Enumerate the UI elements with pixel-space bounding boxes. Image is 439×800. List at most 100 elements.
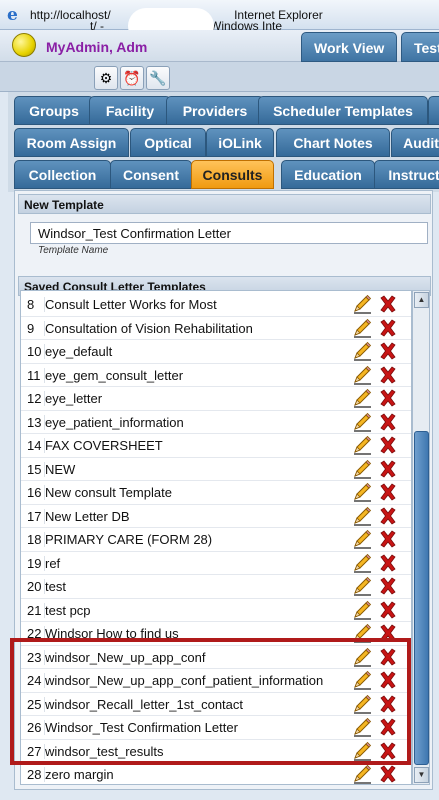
tab-providers[interactable]: Providers bbox=[166, 96, 264, 125]
pencil-icon[interactable] bbox=[351, 575, 375, 598]
tab-optical[interactable]: Optical bbox=[130, 128, 206, 157]
table-row[interactable]: 11 eye_gem_consult_letter bbox=[21, 364, 411, 387]
tab-education[interactable]: Education bbox=[281, 160, 375, 189]
table-row[interactable]: 21 test pcp bbox=[21, 599, 411, 622]
table-row[interactable]: 25 windsor_Recall_letter_1st_contact bbox=[21, 693, 411, 716]
delete-icon[interactable] bbox=[377, 528, 401, 551]
table-row[interactable]: 14 FAX COVERSHEET bbox=[21, 434, 411, 458]
table-row[interactable]: 23 windsor_New_up_app_conf bbox=[21, 646, 411, 669]
pencil-icon[interactable] bbox=[351, 387, 375, 410]
table-row[interactable]: 19 ref bbox=[21, 552, 411, 575]
tab-collection[interactable]: Collection bbox=[14, 160, 111, 189]
tab-test[interactable]: Test bbox=[401, 32, 439, 62]
tab-work-view[interactable]: Work View bbox=[301, 32, 397, 62]
row-template-name[interactable]: Windsor How to find us bbox=[44, 626, 340, 641]
pencil-icon[interactable] bbox=[351, 716, 375, 739]
pencil-icon[interactable] bbox=[351, 693, 375, 716]
delete-icon[interactable] bbox=[377, 575, 401, 598]
delete-icon[interactable] bbox=[377, 552, 401, 575]
row-template-name[interactable]: eye_letter bbox=[44, 391, 340, 406]
pencil-icon[interactable] bbox=[351, 646, 375, 669]
tab-overflow[interactable] bbox=[428, 96, 439, 125]
delete-icon[interactable] bbox=[377, 411, 401, 434]
table-row[interactable]: 15 NEW bbox=[21, 458, 411, 481]
list-scrollbar[interactable]: ▲ ▼ bbox=[412, 290, 430, 785]
delete-icon[interactable] bbox=[377, 387, 401, 410]
delete-icon[interactable] bbox=[377, 646, 401, 669]
tab-instruct[interactable]: Instruct bbox=[374, 160, 439, 189]
table-row[interactable]: 17 New Letter DB bbox=[21, 505, 411, 528]
pencil-icon[interactable] bbox=[351, 317, 375, 340]
delete-icon[interactable] bbox=[377, 317, 401, 340]
pencil-icon[interactable] bbox=[351, 481, 375, 504]
table-row[interactable]: 9 Consultation of Vision Rehabilitation bbox=[21, 317, 411, 340]
row-template-name[interactable]: NEW bbox=[44, 461, 340, 477]
delete-icon[interactable] bbox=[377, 599, 401, 622]
table-row[interactable]: 16 New consult Template bbox=[21, 481, 411, 505]
row-template-name[interactable]: ref bbox=[44, 555, 340, 571]
tab-facility[interactable]: Facility bbox=[89, 96, 171, 125]
row-template-name[interactable]: test bbox=[44, 579, 340, 594]
pencil-icon[interactable] bbox=[351, 364, 375, 387]
scheduler-icon[interactable]: ⚙ bbox=[94, 66, 118, 90]
row-template-name[interactable]: eye_default bbox=[44, 344, 340, 359]
delete-icon[interactable] bbox=[377, 364, 401, 387]
row-template-name[interactable]: Consult Letter Works for Most bbox=[44, 297, 340, 312]
tab-consults[interactable]: Consults bbox=[191, 160, 274, 189]
table-row[interactable]: 20 test bbox=[21, 575, 411, 599]
delete-icon[interactable] bbox=[377, 669, 401, 692]
pencil-icon[interactable] bbox=[351, 763, 375, 784]
delete-icon[interactable] bbox=[377, 740, 401, 763]
pencil-icon[interactable] bbox=[351, 669, 375, 692]
table-row[interactable]: 18 PRIMARY CARE (FORM 28) bbox=[21, 528, 411, 552]
template-name-input[interactable]: Windsor_Test Confirmation Letter bbox=[30, 222, 428, 244]
scroll-down-arrow[interactable]: ▼ bbox=[414, 767, 429, 783]
row-template-name[interactable]: New Letter DB bbox=[44, 508, 340, 524]
tab-groups[interactable]: Groups bbox=[14, 96, 94, 125]
row-template-name[interactable]: windsor_New_up_app_conf bbox=[44, 649, 340, 665]
pencil-icon[interactable] bbox=[351, 599, 375, 622]
pencil-icon[interactable] bbox=[351, 434, 375, 457]
pencil-icon[interactable] bbox=[351, 528, 375, 551]
row-template-name[interactable]: New consult Template bbox=[44, 485, 340, 500]
pencil-icon[interactable] bbox=[351, 293, 375, 316]
delete-icon[interactable] bbox=[377, 481, 401, 504]
pencil-icon[interactable] bbox=[351, 340, 375, 363]
pencil-icon[interactable] bbox=[351, 505, 375, 528]
table-row[interactable]: 13 eye_patient_information bbox=[21, 411, 411, 434]
tab-chart-notes[interactable]: Chart Notes bbox=[276, 128, 390, 157]
row-template-name[interactable]: eye_gem_consult_letter bbox=[44, 367, 340, 383]
row-template-name[interactable]: windsor_Recall_letter_1st_contact bbox=[44, 696, 340, 712]
row-template-name[interactable]: Consultation of Vision Rehabilitation bbox=[44, 320, 340, 336]
delete-icon[interactable] bbox=[377, 716, 401, 739]
row-template-name[interactable]: Windsor_Test Confirmation Letter bbox=[44, 720, 340, 735]
row-template-name[interactable]: zero margin bbox=[44, 767, 340, 782]
lightbulb-icon[interactable] bbox=[12, 33, 36, 57]
row-template-name[interactable]: test pcp bbox=[44, 602, 340, 618]
tab-scheduler-templates[interactable]: Scheduler Templates bbox=[258, 96, 428, 125]
row-template-name[interactable]: windsor_New_up_app_conf_patient_informat… bbox=[44, 673, 340, 688]
row-template-name[interactable]: FAX COVERSHEET bbox=[44, 438, 340, 453]
table-row[interactable]: 8 Consult Letter Works for Most bbox=[21, 293, 411, 317]
row-template-name[interactable]: eye_patient_information bbox=[44, 414, 340, 430]
row-template-name[interactable]: windsor_test_results bbox=[44, 743, 340, 759]
table-row[interactable]: 26 Windsor_Test Confirmation Letter bbox=[21, 716, 411, 740]
clock-icon[interactable]: ⏰ bbox=[120, 66, 144, 90]
tab-room-assign[interactable]: Room Assign bbox=[14, 128, 129, 157]
scroll-thumb[interactable] bbox=[414, 431, 429, 765]
pencil-icon[interactable] bbox=[351, 411, 375, 434]
table-row[interactable]: 22 Windsor How to find us bbox=[21, 622, 411, 646]
delete-icon[interactable] bbox=[377, 293, 401, 316]
delete-icon[interactable] bbox=[377, 763, 401, 784]
delete-icon[interactable] bbox=[377, 340, 401, 363]
table-row[interactable]: 28 zero margin bbox=[21, 763, 411, 784]
pencil-icon[interactable] bbox=[351, 740, 375, 763]
table-row[interactable]: 24 windsor_New_up_app_conf_patient_inform… bbox=[21, 669, 411, 693]
tab-iolink[interactable]: iOLink bbox=[206, 128, 274, 157]
delete-icon[interactable] bbox=[377, 622, 401, 645]
pencil-icon[interactable] bbox=[351, 622, 375, 645]
row-template-name[interactable]: PRIMARY CARE (FORM 28) bbox=[44, 532, 340, 547]
table-row[interactable]: 10 eye_default bbox=[21, 340, 411, 364]
tab-audit[interactable]: Audit bbox=[391, 128, 439, 157]
scroll-up-arrow[interactable]: ▲ bbox=[414, 292, 429, 308]
